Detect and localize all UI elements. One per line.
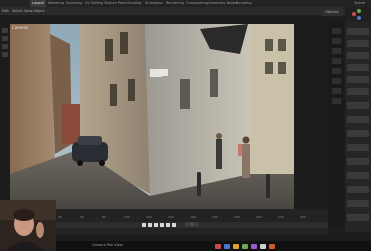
options-button[interactable]: Options bbox=[321, 9, 343, 16]
property-field[interactable] bbox=[347, 116, 369, 123]
current-frame-field[interactable]: 1 bbox=[185, 222, 199, 227]
property-field[interactable] bbox=[347, 52, 369, 59]
timeline-tick: 140 bbox=[168, 215, 174, 219]
play-button[interactable] bbox=[160, 223, 164, 227]
jump-start-button[interactable] bbox=[142, 223, 146, 227]
taskbar-app-icon[interactable] bbox=[233, 244, 239, 249]
property-field[interactable] bbox=[347, 76, 369, 83]
property-field[interactable] bbox=[347, 88, 369, 95]
editor-header: Edit Select View Object bbox=[0, 7, 371, 15]
camera-background-image bbox=[10, 24, 294, 209]
outliner-panel bbox=[345, 7, 371, 22]
webcam-overlay bbox=[0, 200, 56, 251]
tab-scripting[interactable]: Scripting bbox=[236, 0, 252, 7]
tab-layout[interactable]: Layout bbox=[30, 0, 46, 7]
taskbar-app-icon[interactable] bbox=[269, 244, 275, 249]
timeline-tick: 220 bbox=[256, 215, 262, 219]
property-field[interactable] bbox=[347, 130, 369, 137]
presenter-webcam-image bbox=[0, 200, 56, 251]
menu-edit[interactable]: Edit bbox=[2, 7, 9, 15]
timeline-tick: 60 bbox=[80, 215, 84, 219]
tab-uv-editing[interactable]: UV Editing bbox=[85, 0, 103, 7]
viewport-camera-label: Camera bbox=[12, 25, 28, 30]
taskbar-app-icon[interactable] bbox=[242, 244, 248, 249]
timeline-tick: 40 bbox=[58, 215, 62, 219]
property-field[interactable] bbox=[347, 158, 369, 165]
tool-icons[interactable] bbox=[0, 24, 10, 84]
taskbar-app-icon[interactable] bbox=[215, 244, 221, 249]
property-field[interactable] bbox=[347, 172, 369, 179]
tab-shading[interactable]: Shading bbox=[127, 0, 141, 7]
status-message: Camera Pan View bbox=[92, 243, 123, 247]
taskbar-app-icon[interactable] bbox=[224, 244, 230, 249]
taskbar-app-icon[interactable] bbox=[251, 244, 257, 249]
property-field[interactable] bbox=[347, 186, 369, 193]
play-reverse-button[interactable] bbox=[154, 223, 158, 227]
next-keyframe-button[interactable] bbox=[166, 223, 170, 227]
property-field[interactable] bbox=[347, 64, 369, 71]
tab-animation[interactable]: Animation bbox=[145, 0, 163, 7]
menu-select[interactable]: Select bbox=[12, 7, 23, 15]
tab-texture-paint[interactable]: Texture Paint bbox=[104, 0, 127, 7]
timeline-tick: 80 bbox=[102, 215, 106, 219]
jump-end-button[interactable] bbox=[172, 223, 176, 227]
navigation-gizmo-icon[interactable] bbox=[345, 7, 371, 22]
property-field[interactable] bbox=[347, 200, 369, 207]
scene-selector[interactable]: Scene bbox=[354, 0, 365, 7]
menu-object[interactable]: Object bbox=[33, 7, 44, 15]
property-field[interactable] bbox=[347, 28, 369, 35]
property-field[interactable] bbox=[347, 40, 369, 47]
3d-viewport[interactable] bbox=[10, 24, 294, 209]
property-field[interactable] bbox=[347, 144, 369, 151]
taskbar-app-icon[interactable] bbox=[260, 244, 266, 249]
timeline-tick: 160 bbox=[190, 215, 196, 219]
tab-sculpting[interactable]: Sculpting bbox=[66, 0, 82, 7]
property-field[interactable] bbox=[347, 214, 369, 221]
property-field[interactable] bbox=[347, 102, 369, 109]
timeline-tick: 120 bbox=[146, 215, 152, 219]
properties-tabs bbox=[328, 22, 345, 228]
timeline-tick: 100 bbox=[124, 215, 130, 219]
tab-modeling[interactable]: Modeling bbox=[48, 0, 64, 7]
timeline-tick: 260 bbox=[300, 215, 306, 219]
prev-keyframe-button[interactable] bbox=[148, 223, 152, 227]
timeline-tick: 240 bbox=[278, 215, 284, 219]
menu-view[interactable]: View bbox=[24, 7, 32, 15]
tab-rendering[interactable]: Rendering bbox=[166, 0, 184, 7]
property-tab-icons[interactable] bbox=[328, 22, 345, 228]
properties-panel bbox=[345, 22, 371, 232]
timeline-tick: 180 bbox=[212, 215, 218, 219]
tool-shelf bbox=[0, 24, 10, 224]
tab-compositing[interactable]: Compositing bbox=[186, 0, 208, 7]
tab-geometry-nodes[interactable]: Geometry Nodes bbox=[208, 0, 238, 7]
timeline-tick: 200 bbox=[234, 215, 240, 219]
